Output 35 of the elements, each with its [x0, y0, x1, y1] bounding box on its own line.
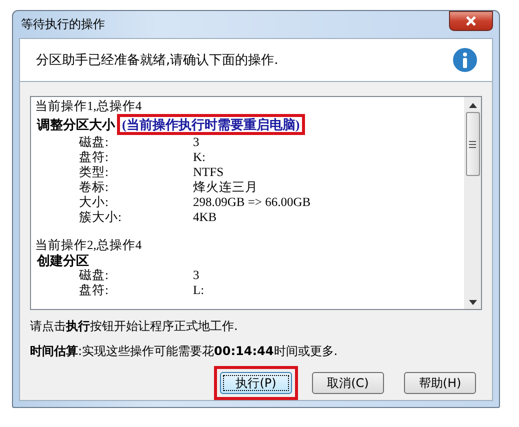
- field-value: 3: [193, 268, 200, 283]
- field-value: 298.09GB => 66.00GB: [193, 195, 311, 210]
- dialog-button[interactable]: 帮助(H): [404, 372, 476, 394]
- field-label: 磁盘:: [79, 135, 110, 150]
- dialog-button[interactable]: 执行(P): [220, 372, 292, 394]
- instruction-text: 请点击执行按钮开始让程序正式地工作.: [30, 318, 239, 335]
- header-message: 分区助手已经准备就绪,请确认下面的操作.: [36, 52, 278, 69]
- field-label: 盘符:: [79, 283, 110, 298]
- operation-counter: 当前操作1,总操作4: [35, 99, 143, 114]
- field-value: 3: [193, 135, 200, 150]
- field-label: 簇大小:: [79, 210, 122, 225]
- scrollbar[interactable]: [464, 97, 481, 309]
- operation-name: 创建分区: [37, 253, 89, 268]
- field-label: 磁盘:: [79, 268, 110, 283]
- scroll-thumb[interactable]: [466, 112, 480, 176]
- operation-name: 调整分区大小: [37, 117, 115, 132]
- field-label: 卷标:: [79, 180, 110, 195]
- scroll-up-icon[interactable]: [468, 103, 476, 108]
- scroll-down-icon[interactable]: [468, 300, 476, 305]
- field-label: 类型:: [79, 165, 110, 180]
- operation-counter: 当前操作2,总操作4: [35, 238, 143, 253]
- dialog-button[interactable]: 取消(C): [312, 372, 384, 394]
- field-value: L:: [193, 283, 204, 298]
- field-value: NTFS: [193, 165, 224, 180]
- field-value: 4KB: [193, 210, 217, 225]
- field-value: K:: [193, 150, 206, 165]
- restart-note: (当前操作执行时需要重启电脑): [117, 114, 305, 135]
- field-label: 大小:: [79, 195, 110, 210]
- time-estimate-text: 时间估算:实现这些操作可能需要花00:14:44时间或更多.: [30, 343, 339, 360]
- window-title: 等待执行的操作: [20, 16, 105, 33]
- field-value: 烽火连三月: [193, 180, 258, 195]
- field-label: 盘符:: [79, 150, 110, 165]
- close-icon: [465, 16, 477, 26]
- close-button[interactable]: [449, 11, 493, 31]
- info-icon: [452, 46, 478, 73]
